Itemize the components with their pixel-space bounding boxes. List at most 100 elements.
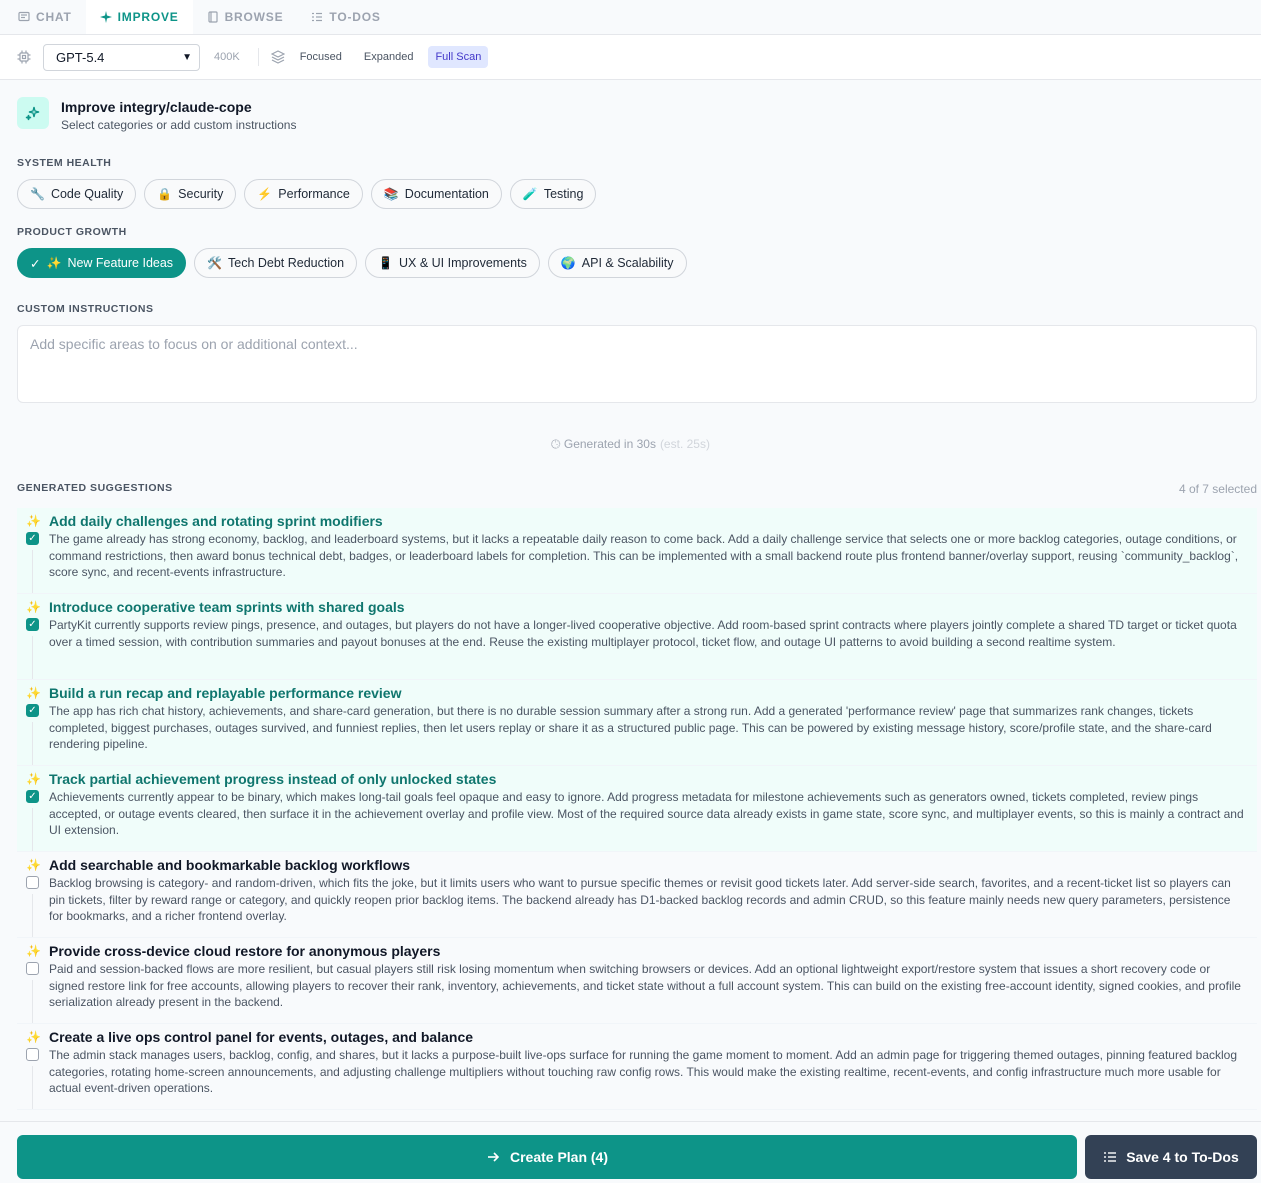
custom-instructions-input[interactable]: Add specific areas to focus on or additi… (17, 325, 1257, 403)
mode-full-scan[interactable]: Full Scan (428, 46, 489, 68)
suggestion-title: Create a live ops control panel for even… (49, 1029, 474, 1045)
create-plan-label: Create Plan (4) (509, 1149, 609, 1165)
selection-count: 4 of 7 selected (1178, 482, 1257, 496)
pill-label: Security (178, 187, 224, 201)
lightning-icon: ⚡ (257, 187, 273, 201)
pill-testing[interactable]: 🧪 Testing (509, 179, 597, 209)
test-tube-icon: 🧪 (522, 187, 538, 201)
suggestion-description: Backlog browsing is category- and random… (49, 876, 1231, 923)
tab-todos-label: TO-DOS (329, 10, 381, 24)
rail-line (32, 550, 33, 593)
divider (257, 48, 259, 66)
pill-ux-ui-improvements[interactable]: 📱 UX & UI Improvements (365, 248, 540, 278)
check-icon: ✓ (30, 256, 41, 271)
pill-security[interactable]: 🔒 Security (144, 179, 237, 209)
suggestion-checkbox[interactable]: ✓ (26, 790, 39, 803)
sparkle-icon: ✨ (26, 858, 41, 872)
generated-status: 🕓︎ Generated in 30s (est. 25s) (0, 437, 1261, 452)
suggestion-item[interactable]: ✨ ✓ Introduce cooperative team sprints w… (17, 594, 1257, 680)
sparkle-icon: ✨ (26, 772, 41, 786)
suggestion-title: Track partial achievement progress inste… (49, 771, 497, 787)
sparkle-icon: ✨ (26, 600, 41, 614)
lock-icon: 🔒 (157, 187, 173, 201)
suggestion-title: Build a run recap and replayable perform… (49, 685, 402, 701)
wrench-icon: 🔧 (30, 187, 45, 201)
sparkle-icon (99, 11, 112, 23)
system-health-pills: 🔧 Code Quality 🔒 Security ⚡ Performance 📚 Do… (17, 179, 597, 209)
context-size: 400K (214, 51, 240, 63)
footer-bar: Create Plan (4) Save 4 to To-Dos (0, 1121, 1261, 1183)
hammer-wrench-icon: 🛠️ (207, 256, 222, 270)
suggestion-item[interactable]: ✨ Add searchable and bookmarkable backlo… (17, 852, 1257, 938)
suggestion-description: Paid and session-backed flows are more r… (49, 962, 1241, 1009)
rail-line (32, 1066, 33, 1109)
suggestion-item[interactable]: ✨ ✓ Track partial achievement progress i… (17, 766, 1257, 852)
pill-documentation[interactable]: 📚 Documentation (370, 179, 502, 209)
custom-instructions-label: CUSTOM INSTRUCTIONS (17, 303, 154, 315)
rail-line (32, 808, 33, 851)
pill-label: Code Quality (50, 187, 124, 201)
save-todos-label: Save 4 to To-Dos (1126, 1149, 1239, 1165)
pill-performance[interactable]: ⚡ Performance (244, 179, 363, 209)
suggestion-checkbox[interactable]: ✓ (26, 532, 39, 545)
checklist-icon (1104, 1152, 1117, 1162)
tab-browse[interactable]: BROWSE (193, 0, 298, 34)
suggestion-title: Introduce cooperative team sprints with … (49, 599, 405, 615)
model-select[interactable]: GPT-5.4 ▼ (43, 43, 200, 71)
books-icon: 📚 (383, 187, 399, 201)
suggestion-description: The app has rich chat history, achieveme… (49, 704, 1212, 751)
mobile-phone-icon: 📱 (378, 256, 393, 270)
sparkles-icon (17, 97, 49, 129)
save-todos-button[interactable]: Save 4 to To-Dos (1085, 1135, 1257, 1179)
pill-api-scalability[interactable]: 🌍 API & Scalability (547, 248, 687, 278)
rail-line (32, 636, 33, 679)
suggestion-description: Achievements currently appear to be bina… (49, 790, 1244, 837)
suggestion-description: The game already has strong economy, bac… (49, 532, 1239, 579)
rail-line (32, 722, 33, 765)
sparkle-icon: ✨ (26, 1030, 41, 1044)
suggestion-checkbox[interactable]: ✓ (26, 618, 39, 631)
tab-todos[interactable]: TO-DOS (297, 0, 394, 34)
pill-new-feature-ideas[interactable]: ✓ ✨ New Feature Ideas (17, 248, 187, 278)
mode-expanded[interactable]: Expanded (357, 46, 421, 68)
suggestion-description: The admin stack manages users, backlog, … (49, 1048, 1238, 1095)
create-plan-button[interactable]: Create Plan (4) (17, 1135, 1077, 1179)
page-subtitle: Select categories or add custom instruct… (61, 118, 297, 132)
suggestion-item[interactable]: ✨ ✓ Build a run recap and replayable per… (17, 680, 1257, 766)
pill-label: Documentation (404, 187, 489, 201)
checklist-icon (312, 12, 323, 22)
arrow-right-icon (487, 1152, 500, 1162)
suggestion-item[interactable]: ✨ Create a live ops control panel for ev… (17, 1024, 1257, 1110)
suggestion-title: Add searchable and bookmarkable backlog … (49, 857, 410, 873)
toolbar: GPT-5.4 ▼ 400K Focused Expanded Full Sca… (0, 35, 1261, 80)
tab-improve-label: IMPROVE (117, 10, 179, 24)
sparkle-icon: ✨ (26, 944, 41, 958)
generated-estimate: (est. 25s) (659, 437, 710, 451)
pill-code-quality[interactable]: 🔧 Code Quality (17, 179, 137, 209)
pill-label: Performance (278, 187, 350, 201)
suggestion-checkbox[interactable] (26, 962, 39, 975)
pill-label: Tech Debt Reduction (228, 256, 345, 270)
suggestion-checkbox[interactable] (26, 876, 39, 889)
sparkle-icon: ✨ (26, 686, 41, 700)
suggestion-checkbox[interactable]: ✓ (26, 704, 39, 717)
page-title: Improve integry/claude-cope (61, 99, 252, 115)
suggestion-item[interactable]: ✨ ✓ Add daily challenges and rotating sp… (17, 508, 1257, 594)
pill-tech-debt-reduction[interactable]: 🛠️ Tech Debt Reduction (194, 248, 358, 278)
sparkle-icon: ✨ (26, 514, 41, 528)
chevron-down-icon: ▼ (182, 51, 192, 63)
suggestion-title: Add daily challenges and rotating sprint… (49, 513, 383, 529)
suggestion-item[interactable]: ✨ Provide cross-device cloud restore for… (17, 938, 1257, 1024)
book-icon (207, 11, 218, 23)
tab-improve[interactable]: IMPROVE (85, 0, 193, 34)
layers-icon (270, 50, 285, 64)
improve-header: Improve integry/claude-cope Select categ… (17, 97, 296, 132)
pill-label: Testing (543, 187, 584, 201)
generated-time: Generated in 30s (563, 437, 656, 451)
mode-focused[interactable]: Focused (293, 46, 349, 68)
suggestions-list: ✨ ✓ Add daily challenges and rotating sp… (17, 508, 1257, 1110)
suggestion-checkbox[interactable] (26, 1048, 39, 1061)
pill-label: New Feature Ideas (67, 256, 174, 270)
tab-chat[interactable]: CHAT (4, 0, 86, 34)
pill-label: UX & UI Improvements (399, 256, 527, 270)
